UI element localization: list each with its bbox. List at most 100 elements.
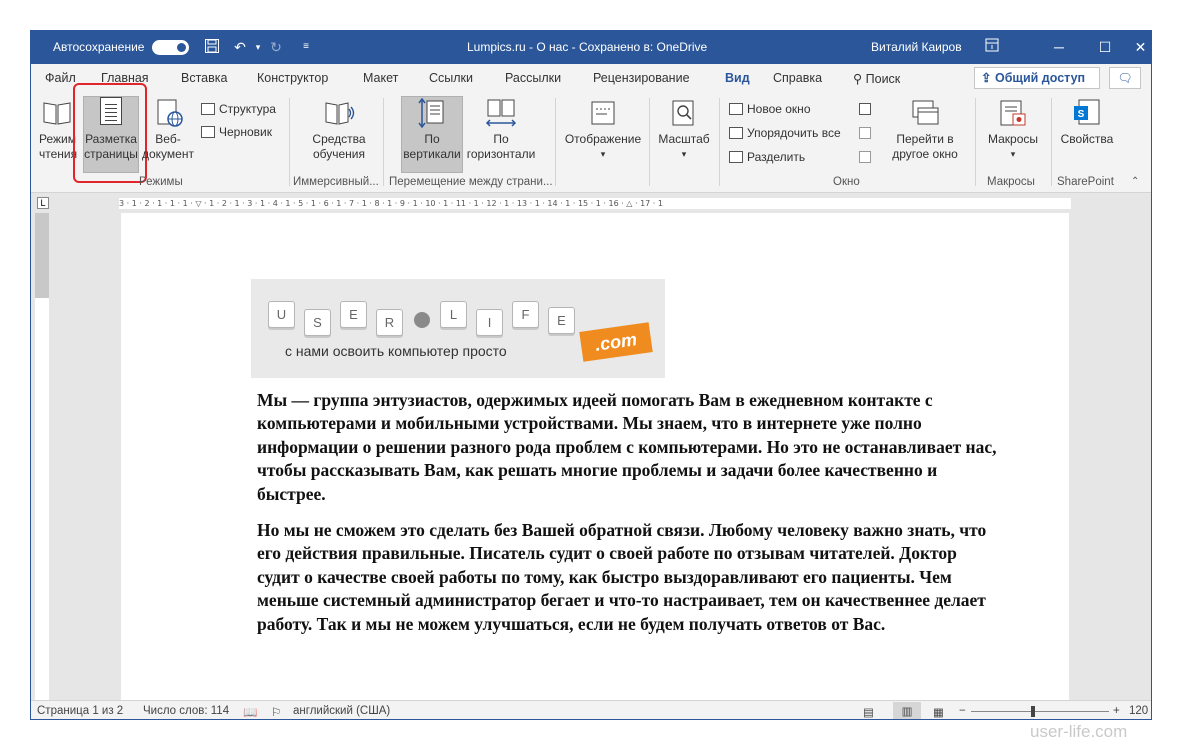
user-name[interactable]: Виталий Каиров	[871, 40, 962, 54]
tab-design[interactable]: Конструктор	[257, 71, 328, 85]
view-side-by-side-icon	[859, 103, 871, 115]
ruler-scale: 3 · 1 · 2 · 1 · 1 · 1 · ▽ · 1 · 2 · 1 · …	[119, 198, 1071, 209]
vertical-button[interactable]: По вертикали	[401, 97, 463, 162]
split-label: Разделить	[747, 150, 806, 164]
tab-review[interactable]: Рецензирование	[593, 71, 690, 85]
arrange-all-button[interactable]: Упорядочить все	[729, 124, 841, 142]
split-button[interactable]: Разделить	[729, 148, 805, 166]
accessibility-icon[interactable]: ⚐	[271, 705, 281, 719]
read-mode-icon	[41, 97, 73, 129]
close-button[interactable]: ✕	[1128, 31, 1151, 64]
collapse-ribbon-icon[interactable]: ⌃	[1131, 176, 1139, 187]
word-count[interactable]: Число слов: 114	[143, 705, 229, 717]
status-bar: Страница 1 из 2 Число слов: 114 📖 ⚐ англ…	[31, 700, 1151, 719]
learning-tools-button[interactable]: Средства обучения	[307, 97, 371, 162]
new-window-button[interactable]: Новое окно	[729, 100, 811, 118]
group-separator	[1051, 98, 1052, 186]
properties-button[interactable]: S Свойства	[1057, 97, 1117, 147]
tab-references[interactable]: Ссылки	[429, 71, 473, 85]
zoom-level[interactable]: 120 %	[1129, 705, 1151, 717]
reset-window-position-button[interactable]	[859, 148, 875, 166]
web-layout-button[interactable]: Веб-документ	[141, 97, 195, 162]
undo-icon[interactable]: ↶	[231, 38, 249, 56]
view-side-by-side-button[interactable]	[859, 100, 875, 118]
zoom-dropdown-icon: ▾	[681, 149, 687, 159]
share-button[interactable]: ⇪ Общий доступ	[974, 67, 1100, 89]
zoom-in-button[interactable]: +	[1113, 705, 1120, 717]
logo-gear-icon	[414, 312, 430, 328]
vertical-icon	[416, 97, 448, 129]
arrange-all-label: Упорядочить все	[747, 126, 841, 140]
document-title: Lumpics.ru - О нас - Сохранено в: OneDri…	[467, 40, 708, 54]
vertical-label: По вертикали	[403, 132, 461, 161]
ribbon-display-options-icon[interactable]	[983, 38, 1001, 56]
synchronous-scrolling-button[interactable]	[859, 124, 875, 142]
undo-dropdown-icon[interactable]: ▾	[249, 38, 267, 56]
svg-text:S: S	[1078, 109, 1085, 120]
outline-button[interactable]: Структура	[201, 100, 276, 118]
learning-tools-label: Средства обучения	[312, 132, 366, 161]
autosave-toggle[interactable]	[152, 40, 189, 55]
show-button[interactable]: Отображение ▾	[561, 97, 645, 162]
search-label: Поиск	[865, 72, 901, 86]
comments-button[interactable]: 🗨	[1109, 67, 1141, 89]
logo-key: E	[548, 307, 575, 334]
tab-insert[interactable]: Вставка	[181, 71, 227, 85]
maximize-button[interactable]: ☐	[1082, 31, 1128, 64]
switch-windows-button[interactable]: Перейти в другое окно	[883, 97, 967, 162]
draft-button[interactable]: Черновик	[201, 123, 272, 141]
split-icon	[729, 151, 743, 163]
search-tab[interactable]: ⚲ Поиск	[853, 71, 900, 86]
new-window-label: Новое окно	[747, 102, 811, 116]
web-layout-view-icon[interactable]: ▦	[933, 705, 944, 719]
page-count[interactable]: Страница 1 из 2	[37, 705, 123, 717]
proofing-icon[interactable]: 📖	[243, 705, 257, 719]
minimize-button[interactable]: ─	[1036, 31, 1082, 64]
paragraph[interactable]: Мы — группа энтузиастов, одержимых идеей…	[257, 389, 997, 506]
word-window: Автосохранение ↶ ▾ ↻ ≡ Lumpics.ru - О на…	[30, 30, 1152, 720]
document-page[interactable]: U S E R L I F E с нами освоить компьютер…	[121, 213, 1069, 700]
print-layout-view-icon[interactable]: ▥	[893, 702, 921, 719]
logo-domain: .com	[579, 322, 653, 362]
share-icon: ⇪	[981, 71, 992, 85]
language-indicator[interactable]: английский (США)	[293, 705, 390, 717]
macros-group-label: Макросы	[987, 176, 1035, 188]
read-mode-view-icon[interactable]: ▤	[863, 705, 874, 719]
outline-icon	[201, 103, 215, 115]
show-dropdown-icon: ▾	[600, 149, 606, 159]
tab-file[interactable]: Файл	[45, 71, 76, 85]
tab-view[interactable]: Вид	[725, 71, 750, 85]
horizontal-ruler[interactable]: L 3 · 1 · 2 · 1 · 1 · 1 · ▽ · 1 · 2 · 1 …	[31, 193, 1151, 213]
redo-icon[interactable]: ↻	[267, 38, 285, 56]
group-separator	[555, 98, 556, 186]
macros-button[interactable]: Макросы ▾	[981, 97, 1045, 162]
vertical-ruler[interactable]	[35, 213, 49, 700]
web-layout-label: Веб-документ	[142, 132, 194, 161]
learning-tools-icon	[323, 97, 355, 129]
show-label: Отображение	[564, 132, 642, 146]
zoom-label: Масштаб	[658, 132, 710, 146]
tab-layout[interactable]: Макет	[363, 71, 398, 85]
switch-windows-label: Перейти в другое окно	[892, 132, 958, 161]
tab-mailings[interactable]: Рассылки	[505, 71, 561, 85]
tab-selector-icon[interactable]: L	[37, 197, 49, 209]
zoom-out-button[interactable]: −	[959, 705, 966, 717]
reset-window-icon	[859, 151, 871, 163]
zoom-button[interactable]: Масштаб ▾	[653, 97, 715, 162]
zoom-slider-thumb[interactable]	[1031, 706, 1035, 717]
customize-toolbar-icon[interactable]: ≡	[297, 38, 315, 56]
watermark: user-life.com	[1030, 722, 1128, 741]
zoom-slider[interactable]	[971, 711, 1109, 712]
paragraph[interactable]: Но мы не сможем это сделать без Вашей об…	[257, 519, 997, 636]
properties-label: Свойства	[1060, 132, 1114, 146]
save-icon[interactable]	[203, 38, 221, 56]
side-to-side-icon	[485, 97, 517, 129]
ribbon-view: Режим чтения Разметка страницы Веб-докум…	[31, 83, 1151, 193]
page-movement-group-label: Перемещение между страни...	[389, 176, 553, 188]
logo-key: E	[340, 301, 367, 328]
tab-help[interactable]: Справка	[773, 71, 822, 85]
immersive-group-label: Иммерсивный...	[293, 176, 379, 188]
group-separator	[719, 98, 720, 186]
side-to-side-button[interactable]: По горизонтали	[465, 97, 537, 162]
document-area[interactable]: U S E R L I F E с нами освоить компьютер…	[51, 213, 1151, 700]
